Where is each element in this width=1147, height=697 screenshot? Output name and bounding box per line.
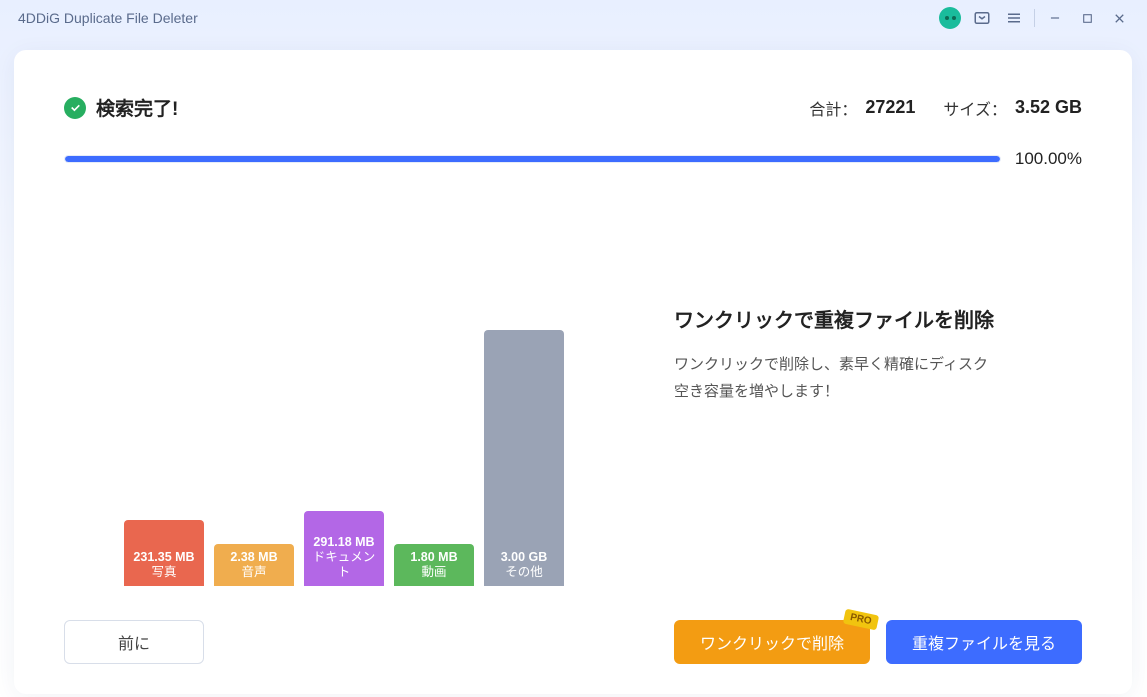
chart-area: 231.35 MB写真2.38 MB音声291.18 MBドキュメント1.80 … xyxy=(64,179,624,590)
info-desc: ワンクリックで削除し、素早く精確にディスク空き容量を増やします！ xyxy=(674,351,994,405)
info-area: ワンクリックで重複ファイルを削除 ワンクリックで削除し、素早く精確にディスク空き… xyxy=(674,179,1082,590)
bar-2: 291.18 MBドキュメント xyxy=(304,511,384,586)
app-title: 4DDiG Duplicate File Deleter xyxy=(18,10,198,26)
bar-0: 231.35 MB写真 xyxy=(124,520,204,586)
status-title: 検索完了! xyxy=(96,94,178,121)
bar-category-label: 動画 xyxy=(421,565,446,580)
size-value: 3.52 GB xyxy=(1015,97,1082,118)
size-label: サイズ： xyxy=(943,96,1007,120)
menu-icon[interactable] xyxy=(998,4,1030,32)
maximize-button[interactable] xyxy=(1071,4,1103,32)
pro-badge: PRO xyxy=(843,609,879,631)
check-circle-icon xyxy=(64,97,86,119)
bar-fill: 231.35 MB写真 xyxy=(124,520,204,586)
bar-size-label: 291.18 MB xyxy=(313,535,374,550)
robot-icon[interactable] xyxy=(934,4,966,32)
bar-fill: 2.38 MB音声 xyxy=(214,544,294,586)
bar-fill: 1.80 MB動画 xyxy=(394,544,474,586)
minimize-button[interactable] xyxy=(1039,4,1071,32)
progress-bar xyxy=(64,155,1001,163)
prev-button[interactable]: 前に xyxy=(64,620,204,664)
bar-fill: 291.18 MBドキュメント xyxy=(304,511,384,586)
bar-4: 3.00 GBその他 xyxy=(484,330,564,586)
bar-category-label: 音声 xyxy=(241,565,266,580)
bar-size-label: 2.38 MB xyxy=(230,550,277,565)
bar-category-label: 写真 xyxy=(151,565,176,580)
progress-percent: 100.00% xyxy=(1015,149,1082,169)
total-value: 27221 xyxy=(865,97,915,118)
titlebar: 4DDiG Duplicate File Deleter xyxy=(0,0,1147,36)
bar-category-label: その他 xyxy=(505,565,543,580)
main-row: 231.35 MB写真2.38 MB音声291.18 MBドキュメント1.80 … xyxy=(64,179,1082,590)
total-label: 合計： xyxy=(809,96,857,120)
bar-size-label: 3.00 GB xyxy=(501,550,548,565)
bar-size-label: 1.80 MB xyxy=(410,550,457,565)
info-title: ワンクリックで重複ファイルを削除 xyxy=(674,304,1082,333)
bar-category-label: ドキュメント xyxy=(308,550,380,580)
bar-3: 1.80 MB動画 xyxy=(394,544,474,586)
header-row: 検索完了! 合計： 27221 サイズ： 3.52 GB xyxy=(64,94,1082,121)
main-card: 検索完了! 合計： 27221 サイズ： 3.52 GB 100.00% 231… xyxy=(14,50,1132,694)
footer-row: 前に ワンクリックで削除 PRO 重複ファイルを見る xyxy=(64,620,1082,664)
one-click-delete-label: ワンクリックで削除 xyxy=(700,630,844,654)
view-duplicates-button[interactable]: 重複ファイルを見る xyxy=(886,620,1082,664)
one-click-delete-button[interactable]: ワンクリックで削除 PRO xyxy=(674,620,870,664)
bar-size-label: 231.35 MB xyxy=(133,550,194,565)
progress-fill xyxy=(65,156,1000,162)
bar-fill: 3.00 GBその他 xyxy=(484,330,564,586)
titlebar-separator xyxy=(1034,9,1035,27)
progress-row: 100.00% xyxy=(64,149,1082,169)
close-button[interactable] xyxy=(1103,4,1135,32)
bar-1: 2.38 MB音声 xyxy=(214,544,294,586)
feedback-icon[interactable] xyxy=(966,4,998,32)
